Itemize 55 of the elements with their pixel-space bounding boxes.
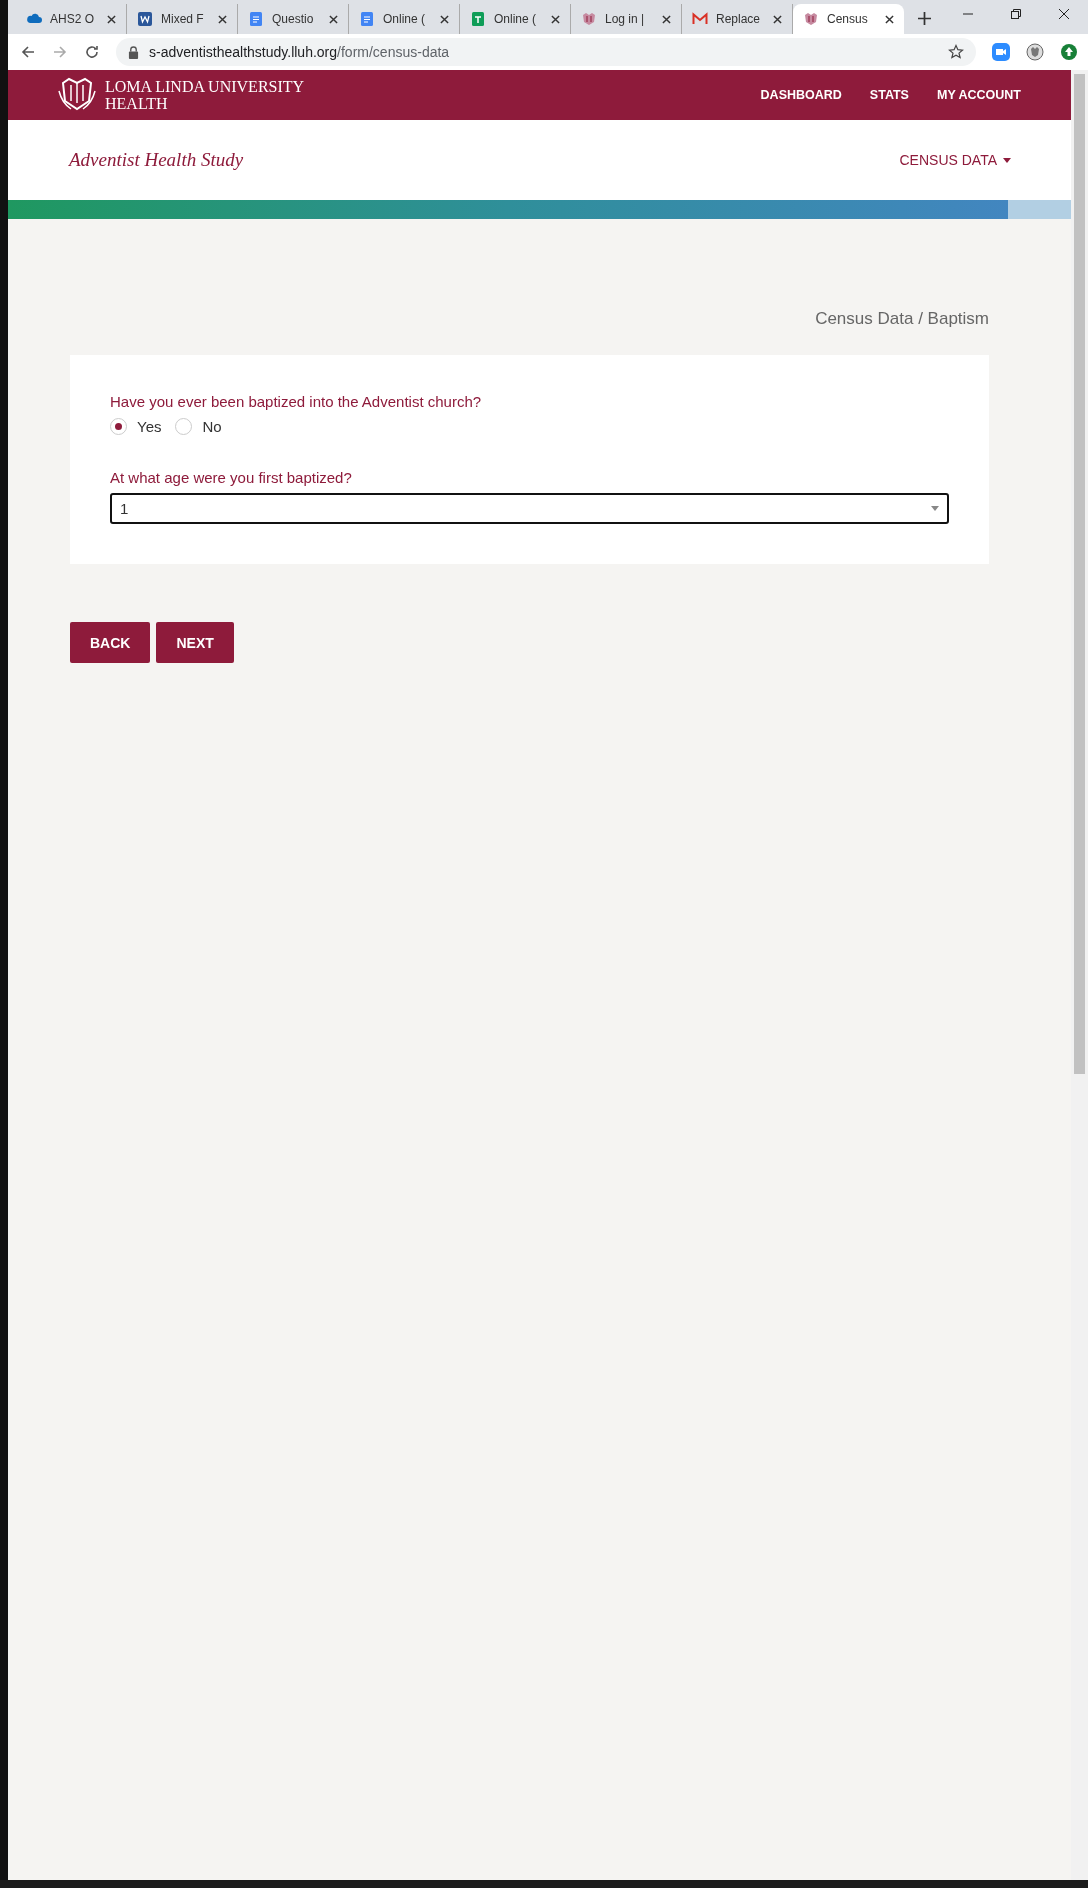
tab-title: AHS2 O xyxy=(50,12,95,26)
back-arrow-icon[interactable] xyxy=(20,44,36,60)
star-icon[interactable] xyxy=(948,44,964,60)
radio-option[interactable]: No xyxy=(175,418,222,435)
document-icon xyxy=(137,11,153,27)
crest-icon[interactable] xyxy=(1026,43,1044,61)
scrollbar[interactable] xyxy=(1071,70,1088,1880)
tab-title: Log in | xyxy=(605,12,646,26)
spreadsheet-icon xyxy=(470,11,486,27)
reload-icon[interactable] xyxy=(84,44,100,60)
new-tab-icon[interactable] xyxy=(918,12,931,25)
lock-icon xyxy=(128,45,139,59)
video-camera-icon[interactable] xyxy=(992,43,1010,61)
update-icon[interactable] xyxy=(1060,43,1078,61)
document-icon xyxy=(359,11,375,27)
form-button[interactable]: NEXT xyxy=(156,622,234,663)
close-icon[interactable] xyxy=(329,14,338,24)
tab-title: Questio xyxy=(272,12,315,26)
radio-option[interactable]: Yes xyxy=(110,418,162,435)
tab-title: Replace xyxy=(716,12,762,26)
option-label: Yes xyxy=(137,418,162,435)
crest-logo-icon xyxy=(57,77,97,113)
question-label: At what age were you first baptized? xyxy=(110,469,353,486)
close-icon[interactable] xyxy=(218,14,227,24)
caret-icon xyxy=(931,506,939,511)
section-menu[interactable]: CENSUS DATA xyxy=(899,152,1011,168)
document-icon xyxy=(248,11,264,27)
nav-link[interactable]: MY ACCOUNT xyxy=(936,88,1021,102)
question-label: Have you ever been baptized into the Adventist church? xyxy=(110,393,483,410)
nav-link[interactable]: STATS xyxy=(869,88,909,102)
logo-text: LOMA LINDA UNIVERSITY HEALTH xyxy=(105,78,305,112)
close-icon[interactable] xyxy=(440,14,449,24)
close-icon[interactable] xyxy=(773,14,782,24)
breadcrumb: Census Data / Baptism xyxy=(814,309,989,329)
age-dropdown[interactable]: 1 xyxy=(110,493,949,524)
tab-title: Census xyxy=(827,12,869,26)
crest-icon xyxy=(803,11,819,27)
crest-icon xyxy=(581,11,597,27)
tab-title: Online ( xyxy=(383,12,427,26)
tab-title: Online ( xyxy=(494,12,538,26)
address-field[interactable]: s-adventisthealthstudy.lluh.org/form/census-data xyxy=(116,38,976,66)
close-icon[interactable] xyxy=(662,14,671,24)
restore-icon[interactable] xyxy=(1010,8,1022,20)
close-icon[interactable] xyxy=(1058,8,1070,20)
form-button[interactable]: BACK xyxy=(70,622,151,663)
tab-title: Mixed F xyxy=(161,12,205,26)
browser-tab[interactable]: Census xyxy=(793,4,904,34)
close-icon[interactable] xyxy=(551,14,560,24)
close-icon[interactable] xyxy=(885,14,894,24)
option-label: No xyxy=(202,418,222,435)
site-title: Adventist Health Study xyxy=(69,149,244,171)
mail-icon xyxy=(692,11,708,27)
caret-icon xyxy=(1003,157,1011,163)
nav-link[interactable]: DASHBOARD xyxy=(760,88,842,102)
close-icon[interactable] xyxy=(107,14,116,24)
